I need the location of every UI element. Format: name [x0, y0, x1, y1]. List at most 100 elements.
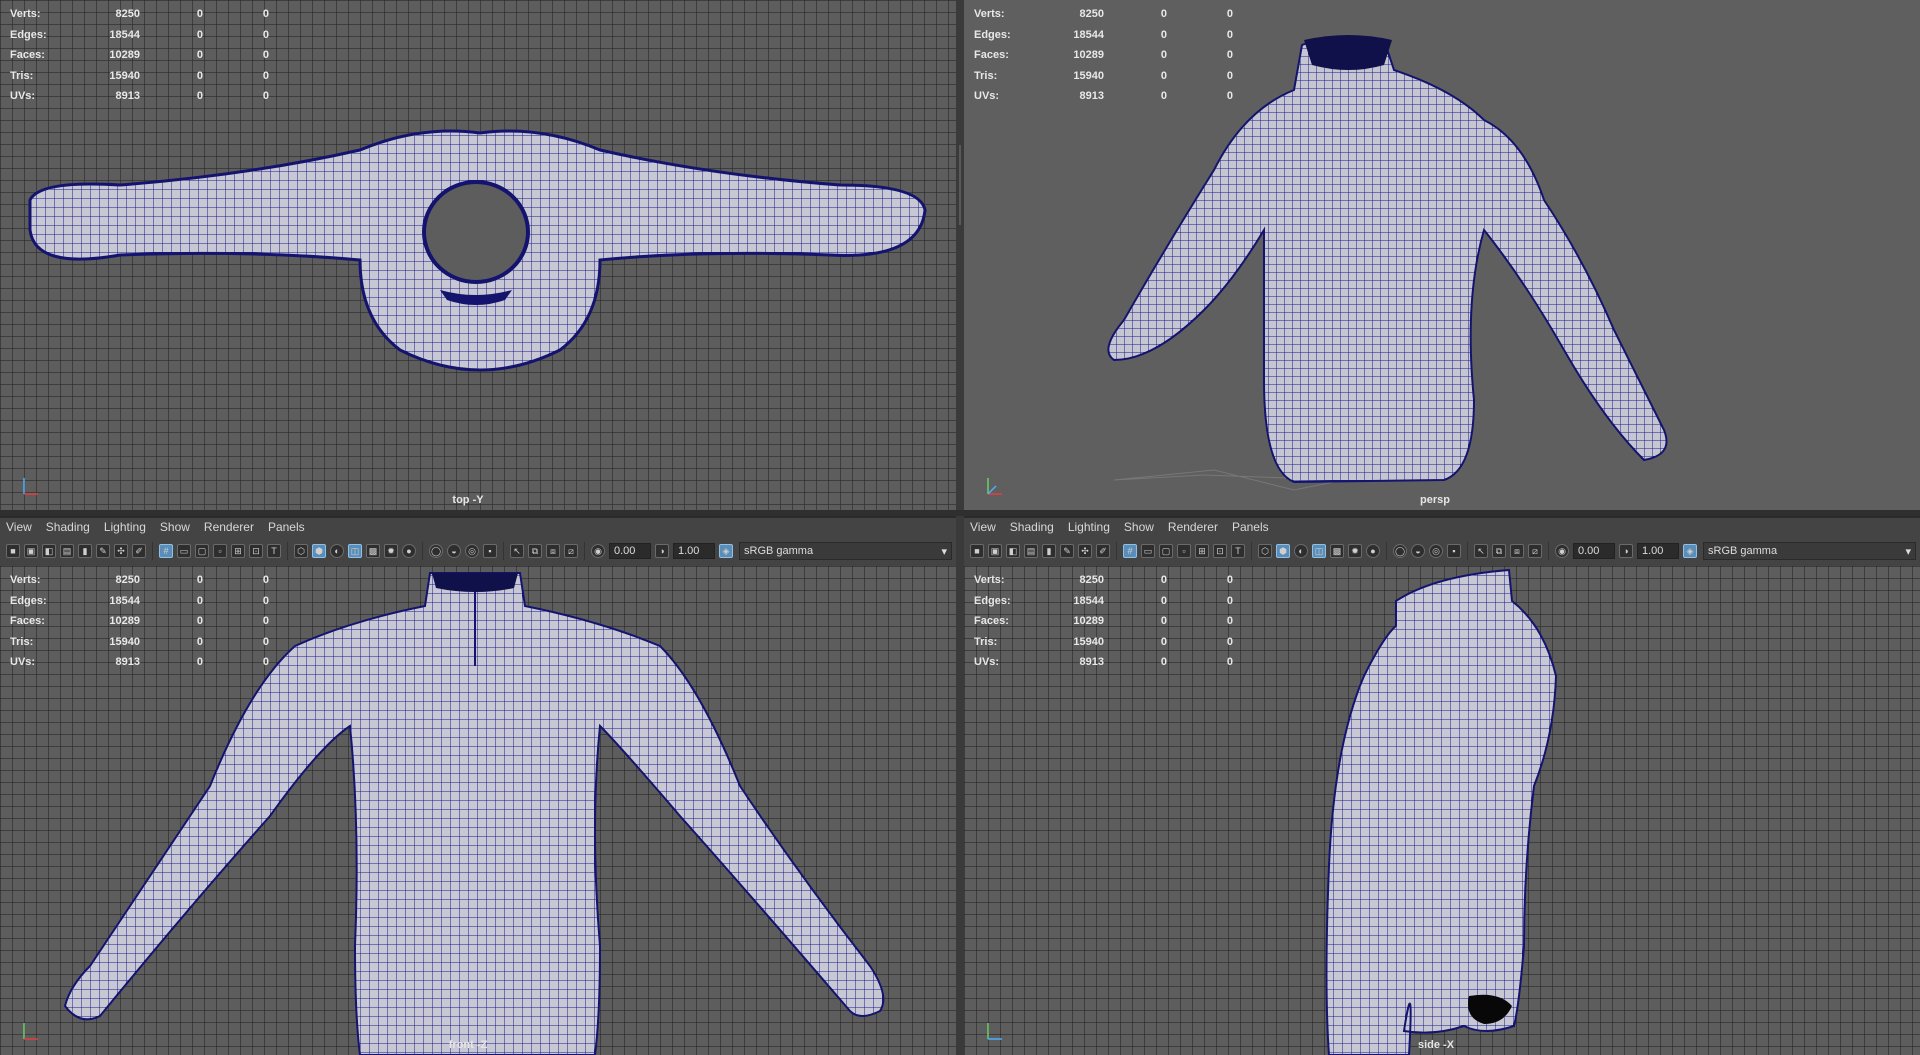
- select-camera-icon[interactable]: ↖: [1474, 544, 1488, 558]
- isolate-select-icon[interactable]: ▪: [483, 544, 497, 558]
- safe-action-icon[interactable]: ⊡: [1213, 544, 1227, 558]
- view-transform-select[interactable]: sRGB gamma ▾: [1703, 542, 1916, 560]
- menu-view[interactable]: View: [0, 520, 40, 534]
- safe-action-icon[interactable]: ⊡: [249, 544, 263, 558]
- wireframe-icon[interactable]: ⬡: [1258, 544, 1272, 558]
- resolution-gate-icon[interactable]: ▢: [1159, 544, 1173, 558]
- backface-culling-icon[interactable]: ⧄: [564, 544, 578, 558]
- backface-culling-icon[interactable]: ⧄: [1528, 544, 1542, 558]
- film-gate-icon[interactable]: ▭: [1141, 544, 1155, 558]
- shaded-icon[interactable]: ⬢: [312, 544, 326, 558]
- grid-snap-icon[interactable]: ✣: [1078, 544, 1092, 558]
- textured-icon[interactable]: ◐: [1294, 544, 1308, 558]
- lights-icon[interactable]: ✹: [1348, 544, 1362, 558]
- field-chart-icon[interactable]: ⊞: [231, 544, 245, 558]
- grease-pencil-icon[interactable]: ✎: [1060, 544, 1074, 558]
- safe-title-icon[interactable]: T: [1231, 544, 1245, 558]
- lights-icon[interactable]: ✹: [384, 544, 398, 558]
- shaded-icon[interactable]: ⬢: [1276, 544, 1290, 558]
- menu-panels[interactable]: Panels: [262, 520, 313, 534]
- bookmark-icon[interactable]: ▮: [1042, 544, 1056, 558]
- antialias-icon[interactable]: ◎: [465, 544, 479, 558]
- antialias-icon[interactable]: ◎: [1429, 544, 1443, 558]
- image-plane-icon[interactable]: ▤: [60, 544, 74, 558]
- wireframe-icon[interactable]: ⬡: [294, 544, 308, 558]
- film-gate-icon[interactable]: ▭: [177, 544, 191, 558]
- bookmark-camera-icon[interactable]: ◧: [42, 544, 56, 558]
- hud-value-component: 0: [1226, 656, 1233, 669]
- color-management-icon[interactable]: ◈: [719, 544, 733, 558]
- xray-joints-icon[interactable]: ⧉: [1492, 544, 1506, 558]
- grid-icon[interactable]: #: [1123, 544, 1137, 558]
- exposure-icon[interactable]: ◉: [1555, 544, 1569, 558]
- xray-active-icon[interactable]: ⧈: [546, 544, 560, 558]
- motion-blur-icon[interactable]: ◒: [1411, 544, 1425, 558]
- camera-icon[interactable]: ■: [6, 544, 20, 558]
- camera-attributes-icon[interactable]: ▣: [24, 544, 38, 558]
- gate-mask-icon[interactable]: ▫: [1177, 544, 1191, 558]
- hud-label: Verts:: [974, 8, 1005, 21]
- shadows-icon[interactable]: ●: [402, 544, 416, 558]
- grease-pencil-icon[interactable]: ✎: [96, 544, 110, 558]
- hud-value-selected: 0: [1160, 594, 1167, 607]
- ambient-occlusion-icon[interactable]: ◯: [429, 544, 443, 558]
- camera-attributes-icon[interactable]: ▣: [988, 544, 1002, 558]
- wireframe-on-shaded-icon[interactable]: ◫: [348, 544, 362, 558]
- gamma-field[interactable]: 1.00: [673, 543, 715, 559]
- menu-shading[interactable]: Shading: [40, 520, 98, 534]
- ambient-occlusion-icon[interactable]: ◯: [1393, 544, 1407, 558]
- panel-toolbar: ■ ▣ ◧ ▤ ▮ ✎ ✣ ✐ # ▭ ▢ ▫ ⊞ ⊡ T ⬡ ⬢ ◐ ◫ ▩ …: [0, 536, 956, 566]
- select-camera-icon[interactable]: ↖: [510, 544, 524, 558]
- xray-icon[interactable]: ▩: [1330, 544, 1344, 558]
- menu-lighting[interactable]: Lighting: [1062, 520, 1118, 534]
- bookmark-icon[interactable]: ▮: [78, 544, 92, 558]
- field-chart-icon[interactable]: ⊞: [1195, 544, 1209, 558]
- hud-label: Tris:: [10, 69, 34, 82]
- grid-icon[interactable]: #: [159, 544, 173, 558]
- exposure-field[interactable]: 0.00: [609, 543, 651, 559]
- motion-blur-icon[interactable]: ◒: [447, 544, 461, 558]
- menu-show[interactable]: Show: [1118, 520, 1162, 534]
- menu-renderer[interactable]: Renderer: [198, 520, 262, 534]
- grid-snap-icon[interactable]: ✣: [114, 544, 128, 558]
- viewport-divider[interactable]: [956, 0, 964, 1055]
- hud-value-total: 8250: [1079, 8, 1104, 21]
- viewport-persp[interactable]: Verts: 8250 0 0 Edges: 18544 0 0 Faces: 10289 0 0 Tr…: [964, 0, 1920, 510]
- hud-value-component: 0: [1226, 49, 1233, 62]
- menu-lighting[interactable]: Lighting: [98, 520, 154, 534]
- gate-mask-icon[interactable]: ▫: [213, 544, 227, 558]
- hud-row: Edges: 18544 0 0: [974, 25, 1233, 46]
- textured-icon[interactable]: ◐: [330, 544, 344, 558]
- safe-title-icon[interactable]: T: [267, 544, 281, 558]
- bookmark-camera-icon[interactable]: ◧: [1006, 544, 1020, 558]
- image-plane-icon[interactable]: ▤: [1024, 544, 1038, 558]
- exposure-icon[interactable]: ◉: [591, 544, 605, 558]
- menu-renderer[interactable]: Renderer: [1162, 520, 1226, 534]
- gamma-icon[interactable]: ◑: [655, 544, 669, 558]
- isolate-select-icon[interactable]: ▪: [1447, 544, 1461, 558]
- viewport-top[interactable]: Verts: 8250 0 0 Edges: 18544 0 0 Faces: 10289 0 0 Tr…: [0, 0, 956, 510]
- hud-value-component: 0: [262, 635, 269, 648]
- exposure-field[interactable]: 0.00: [1573, 543, 1615, 559]
- xray-joints-icon[interactable]: ⧉: [528, 544, 542, 558]
- pencil-icon[interactable]: ✐: [1096, 544, 1110, 558]
- resolution-gate-icon[interactable]: ▢: [195, 544, 209, 558]
- gamma-icon[interactable]: ◑: [1619, 544, 1633, 558]
- xray-icon[interactable]: ▩: [366, 544, 380, 558]
- viewport-side[interactable]: Verts: 8250 0 0 Edges: 18544 0 0 Faces: 10289 0 0 Tr…: [964, 566, 1920, 1055]
- viewport-divider[interactable]: [0, 510, 1920, 516]
- color-management-icon[interactable]: ◈: [1683, 544, 1697, 558]
- gamma-field[interactable]: 1.00: [1637, 543, 1679, 559]
- hud-value-component: 0: [1226, 635, 1233, 648]
- viewport-front[interactable]: Verts: 8250 0 0 Edges: 18544 0 0 Faces: 10289 0 0 Tr…: [0, 566, 956, 1055]
- menu-view[interactable]: View: [964, 520, 1004, 534]
- menu-shading[interactable]: Shading: [1004, 520, 1062, 534]
- menu-panels[interactable]: Panels: [1226, 520, 1277, 534]
- view-transform-select[interactable]: sRGB gamma ▾: [739, 542, 952, 560]
- pencil-icon[interactable]: ✐: [132, 544, 146, 558]
- shadows-icon[interactable]: ●: [1366, 544, 1380, 558]
- menu-show[interactable]: Show: [154, 520, 198, 534]
- wireframe-on-shaded-icon[interactable]: ◫: [1312, 544, 1326, 558]
- xray-active-icon[interactable]: ⧈: [1510, 544, 1524, 558]
- camera-icon[interactable]: ■: [970, 544, 984, 558]
